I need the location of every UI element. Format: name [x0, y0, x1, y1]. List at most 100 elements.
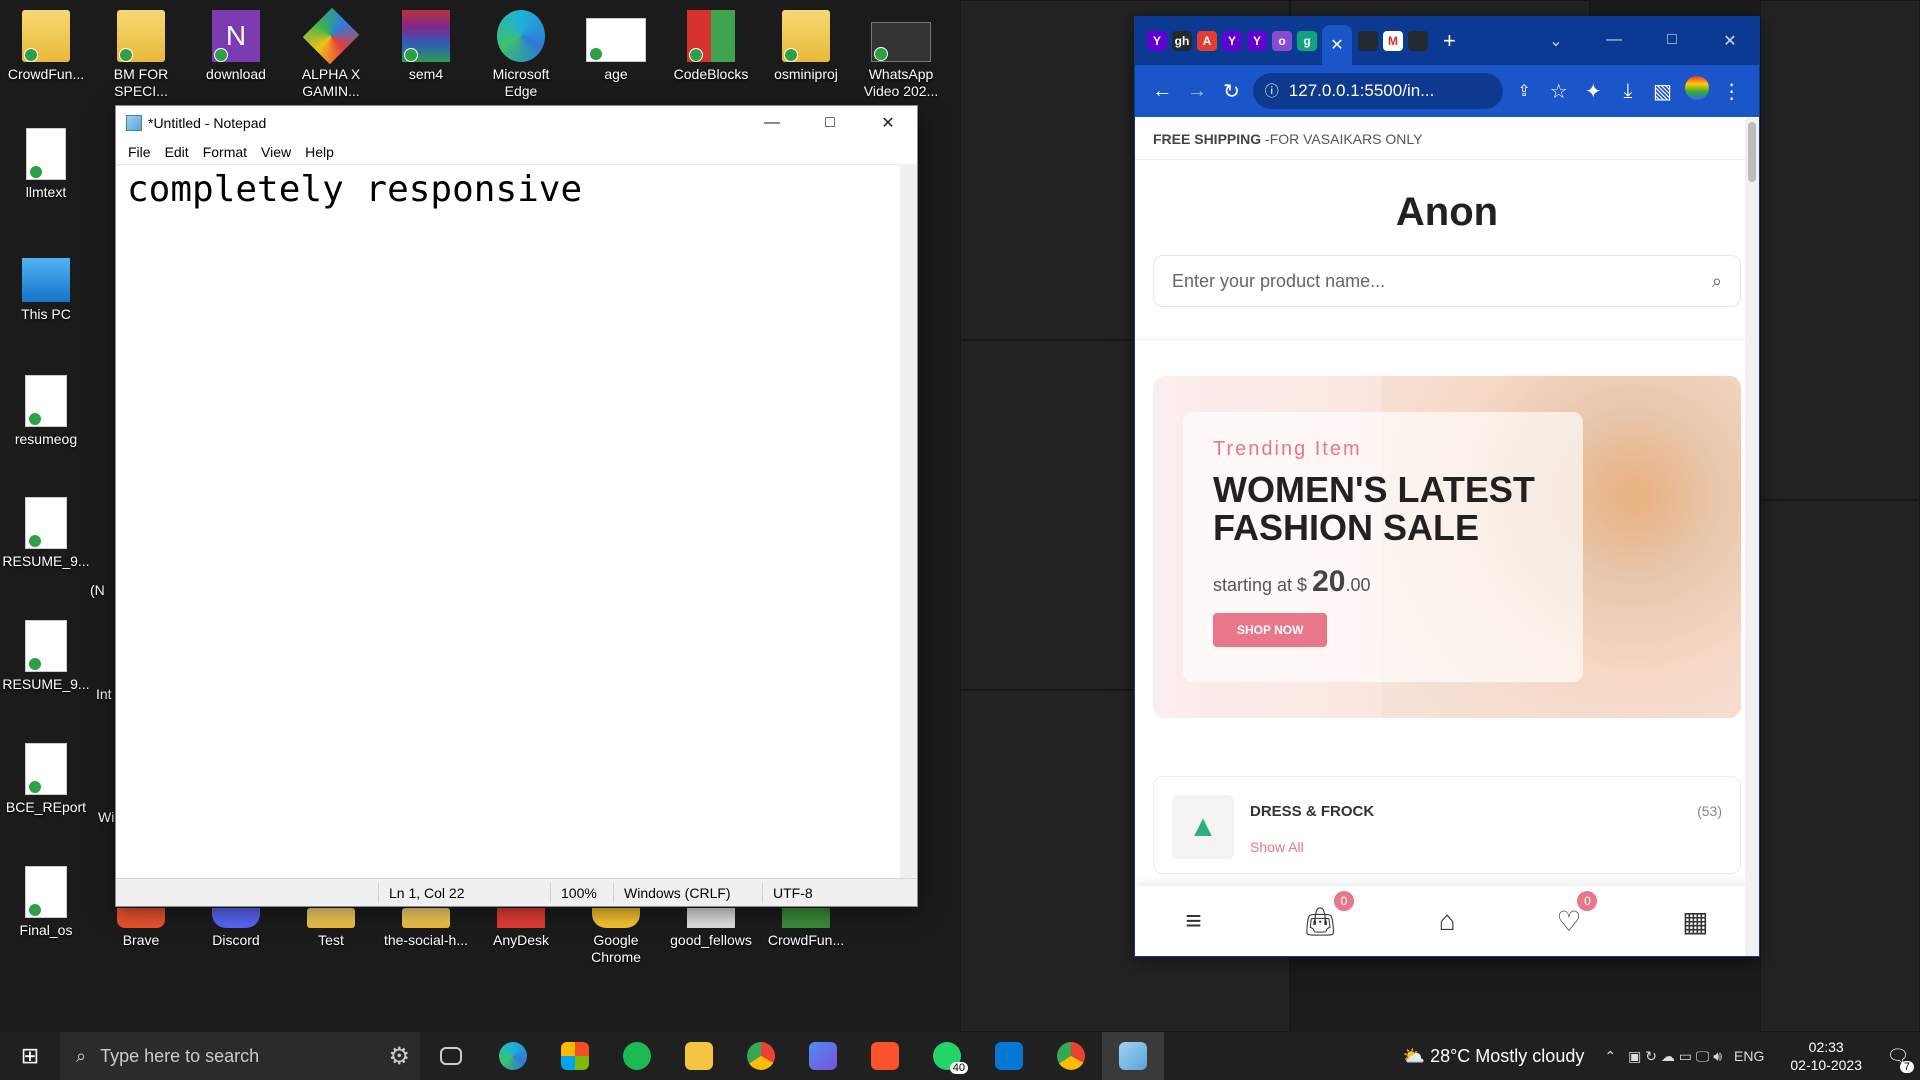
show-hidden-icons[interactable]: ⌃ [1604, 1048, 1616, 1065]
close-tab-icon[interactable]: ✕ [1322, 25, 1352, 65]
desktop-icon[interactable]: the-social-h... [380, 908, 472, 949]
desktop-icon[interactable]: RESUME_9... [0, 620, 92, 693]
desktop-icon[interactable]: llmtext [0, 128, 92, 201]
whatsapp-taskbar-icon[interactable]: 40 [916, 1032, 978, 1080]
desktop-icon[interactable]: BCE_REport [0, 743, 92, 816]
desktop-icon[interactable]: N download [190, 10, 282, 83]
taskbar-search-input[interactable]: Type here to search [100, 1046, 259, 1067]
info-icon[interactable]: ⓘ [1265, 81, 1279, 101]
download-icon[interactable]: ⤓ [1611, 80, 1646, 103]
desktop-icon[interactable]: CrowdFun... [760, 908, 852, 949]
gmail-tab-icon[interactable]: M [1383, 31, 1403, 51]
menu-view[interactable]: View [255, 144, 299, 160]
desktop-icon[interactable]: WhatsApp Video 202... [855, 10, 947, 100]
chatgpt-tab-icon[interactable]: g [1297, 31, 1317, 51]
back-icon[interactable]: ← [1145, 80, 1180, 103]
desktop-icon[interactable]: Google Chrome [570, 908, 662, 966]
profile-avatar[interactable] [1680, 76, 1715, 106]
desktop-icon[interactable]: Microsoft Edge [475, 10, 567, 100]
desktop-icon[interactable]: BM FOR SPECI... [95, 10, 187, 100]
maximize-button[interactable]: □ [1643, 31, 1701, 51]
product-search[interactable]: Enter your product name... ⌕ [1153, 255, 1741, 307]
notepad-titlebar[interactable]: *Untitled - Notepad — □ ✕ [116, 106, 917, 140]
tab-icon[interactable]: o [1272, 31, 1292, 51]
minimize-button[interactable]: — [1585, 31, 1643, 51]
new-tab-icon[interactable]: + [1443, 28, 1456, 54]
desktop-icon[interactable]: Final_os [0, 866, 92, 939]
weather-widget[interactable]: ⛅ 28°C Mostly cloudy [1403, 1046, 1585, 1067]
vscode-taskbar-icon[interactable] [978, 1032, 1040, 1080]
home-icon[interactable]: ⌂ [1439, 905, 1456, 937]
side-panel-icon[interactable]: ▧ [1645, 79, 1680, 104]
language-indicator[interactable]: ENG [1734, 1048, 1764, 1064]
chrome-profile-taskbar-icon[interactable] [1040, 1032, 1102, 1080]
reload-icon[interactable]: ↻ [1214, 79, 1249, 104]
desktop-icon[interactable]: AnyDesk [475, 908, 567, 949]
edge-taskbar-icon[interactable] [482, 1032, 544, 1080]
close-button[interactable]: ✕ [859, 106, 917, 140]
address-bar[interactable]: ⓘ 127.0.0.1:5500/in... [1252, 73, 1503, 109]
show-all-link[interactable]: Show All [1250, 839, 1304, 855]
chrome-taskbar-icon[interactable] [730, 1032, 792, 1080]
desktop-icon[interactable]: ALPHA X GAMIN... [285, 7, 377, 100]
desktop-icon[interactable]: RESUME_9... [0, 497, 92, 570]
close-button[interactable]: ✕ [1701, 31, 1759, 51]
url-text[interactable]: 127.0.0.1:5500/in... [1289, 81, 1435, 101]
maximize-button[interactable]: □ [801, 106, 859, 140]
hamburger-menu-icon[interactable]: ≡ [1185, 905, 1201, 937]
desktop-icon[interactable]: Discord [190, 908, 282, 949]
notepad-taskbar-icon[interactable] [1102, 1032, 1164, 1080]
page-scrollbar[interactable] [1745, 118, 1759, 956]
minimize-button[interactable]: — [743, 106, 801, 140]
github-tab-icon[interactable] [1408, 31, 1428, 51]
yahoo-tab-icon[interactable]: Y [1147, 31, 1167, 51]
menu-kebab-icon[interactable]: ⋮ [1714, 79, 1749, 104]
forward-icon[interactable]: → [1180, 80, 1215, 103]
site-logo[interactable]: Anon [1135, 190, 1759, 235]
menu-edit[interactable]: Edit [159, 144, 197, 160]
spotify-taskbar-icon[interactable] [606, 1032, 668, 1080]
yahoo-tab-icon[interactable]: Y [1247, 31, 1267, 51]
brave-taskbar-icon[interactable] [854, 1032, 916, 1080]
yahoo-tab-icon[interactable]: Y [1222, 31, 1242, 51]
scrollbar-thumb[interactable] [1748, 122, 1756, 182]
desktop-icon[interactable]: sem4 [380, 10, 472, 83]
notification-center-icon[interactable]: 🗨︎ 7 [1876, 1046, 1920, 1073]
menu-help[interactable]: Help [299, 144, 342, 160]
taskbar-search[interactable]: ⌕ Type here to search ⚙ [60, 1032, 420, 1080]
editor-content[interactable]: completely responsive [116, 165, 900, 214]
notepad-window[interactable]: *Untitled - Notepad — □ ✕ File Edit Form… [115, 105, 918, 907]
grid-icon[interactable]: ▦ [1682, 905, 1708, 938]
store-taskbar-icon[interactable] [544, 1032, 606, 1080]
tray-app-icons[interactable]: ▣ ↻ ☁ ▭ 🖵︎ 🔊︎ [1628, 1048, 1722, 1065]
github-tab-icon[interactable] [1358, 31, 1378, 51]
menu-format[interactable]: Format [197, 144, 255, 160]
tab-icon[interactable]: A [1197, 31, 1217, 51]
desktop-icon[interactable]: This PC [0, 252, 92, 323]
search-icon[interactable]: ⌕ [1712, 271, 1722, 292]
shopping-bag-icon[interactable]: 👜︎ 0 [1302, 890, 1354, 938]
desktop-icon[interactable]: Test [285, 908, 377, 949]
category-card[interactable]: ▲ DRESS & FROCK (53) Show All [1153, 776, 1741, 874]
menu-file[interactable]: File [122, 144, 159, 160]
shop-now-button[interactable]: SHOP NOW [1213, 613, 1328, 647]
share-icon[interactable]: ⇪ [1507, 81, 1542, 101]
app-taskbar-icon[interactable] [792, 1032, 854, 1080]
github-tab-icon[interactable]: gh [1172, 31, 1192, 51]
text-editor-area[interactable]: completely responsive [116, 164, 900, 878]
hero-banner[interactable]: Trending Item WOMEN'S LATEST FASHION SAL… [1153, 376, 1741, 718]
heart-icon[interactable]: ♡ 0 [1556, 890, 1598, 938]
desktop-icon[interactable]: CodeBlocks [665, 10, 757, 83]
search-input[interactable]: Enter your product name... [1172, 271, 1712, 292]
desktop-icon[interactable]: good_fellows [665, 908, 757, 949]
desktop-icon[interactable]: osminiproj [760, 10, 852, 83]
bookmark-star-icon[interactable]: ☆ [1541, 79, 1576, 104]
extensions-icon[interactable]: ✦ [1576, 79, 1611, 104]
chevron-down-icon[interactable]: ⌄ [1527, 31, 1585, 51]
webpage-viewport[interactable]: FREE SHIPPING -FOR VASAIKARS ONLY Anon E… [1135, 118, 1759, 956]
desktop-icon[interactable]: resumeog [0, 375, 92, 448]
desktop-icon[interactable]: Brave [95, 908, 187, 949]
clock[interactable]: 02:33 02-10-2023 [1790, 1038, 1862, 1074]
vertical-scrollbar[interactable] [900, 164, 917, 878]
desktop-icon[interactable]: CrowdFun... [0, 10, 92, 83]
